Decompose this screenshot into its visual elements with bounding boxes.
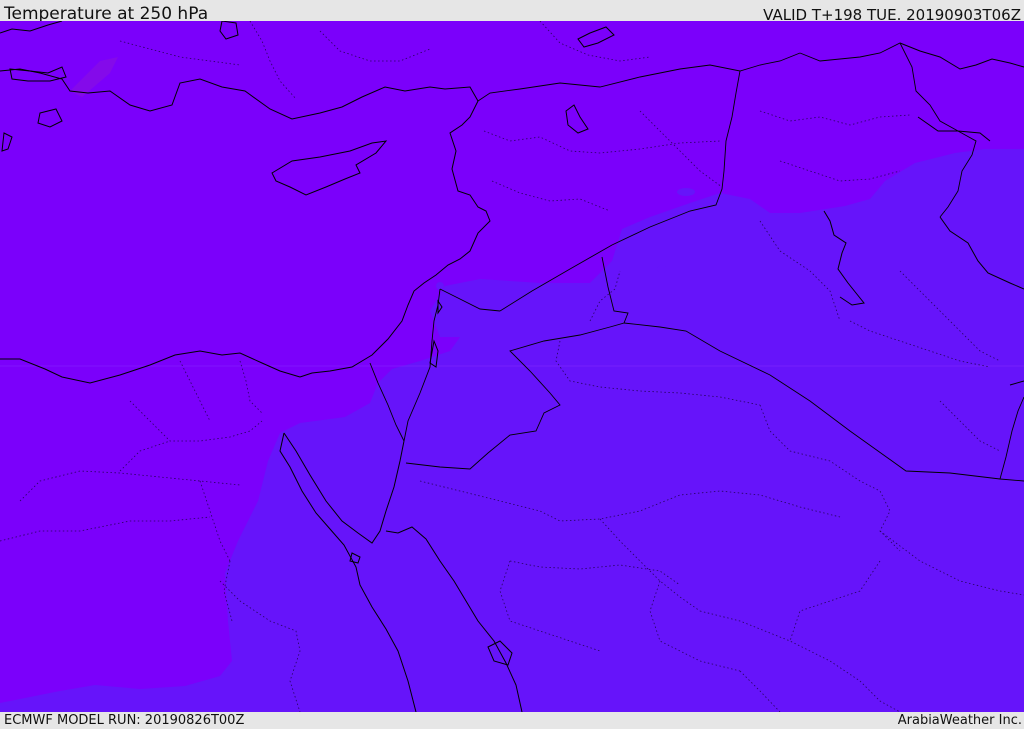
cooler-patch-3 [436,282,444,290]
header-bar: Temperature at 250 hPa VALID T+198 TUE. … [0,0,1024,24]
weather-map-frame: Temperature at 250 hPa VALID T+198 TUE. … [0,0,1024,729]
cooler-patch-1 [677,188,695,196]
cooler-patch-2 [657,265,667,273]
credit-label: ArabiaWeather Inc. [897,713,1022,728]
footer-bar: ECMWF MODEL RUN: 20190826T00Z ArabiaWeat… [0,712,1024,729]
model-run-label: ECMWF MODEL RUN: 20190826T00Z [4,713,245,728]
map-canvas[interactable] [0,21,1024,712]
map-svg [0,21,1024,712]
